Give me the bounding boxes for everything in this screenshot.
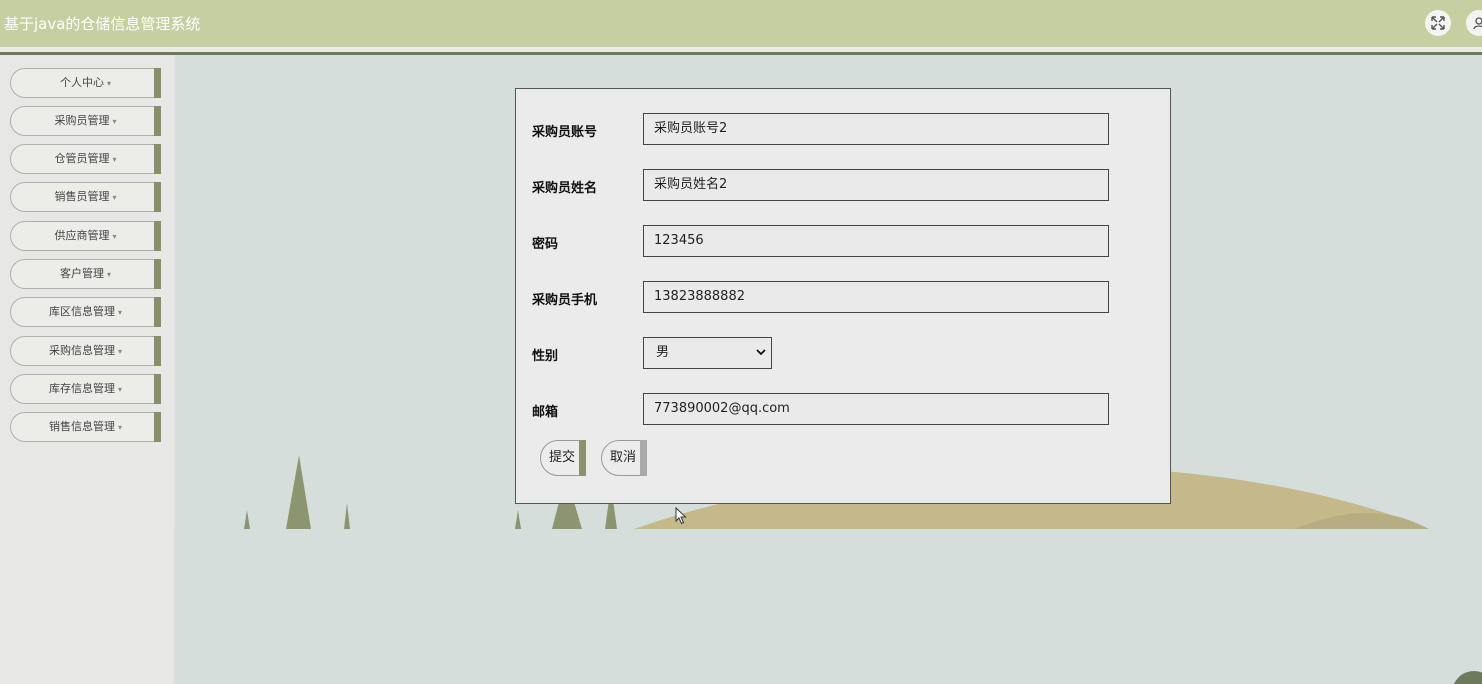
field-buyer-account: 采购员账号 采购员账号2 <box>532 113 1132 145</box>
sidebar-item-personal-center[interactable]: 个人中心 ▾ <box>10 68 161 98</box>
sidebar-item-accent <box>154 182 161 212</box>
sidebar-item-label: 采购信息管理 <box>48 344 115 357</box>
chevron-down-icon: ▾ <box>117 385 122 394</box>
sidebar-item-label: 采购员管理 <box>54 114 110 127</box>
sidebar-item-warehouse-keeper-management[interactable]: 仓管员管理 ▾ <box>10 144 161 174</box>
field-buyer-name: 采购员姓名 采购员姓名2 <box>532 169 1132 201</box>
field-gender: 性别 男 <box>532 337 1132 369</box>
email-input[interactable]: 773890002@qq.com <box>643 393 1109 425</box>
sidebar-item-label: 销售员管理 <box>54 190 110 203</box>
sidebar-item-label: 库区信息管理 <box>48 305 115 318</box>
chevron-down-icon: ▾ <box>112 155 117 164</box>
chevron-down-icon: ▾ <box>112 117 117 126</box>
chevron-down-icon: ▾ <box>117 423 122 432</box>
sidebar-item-accent <box>154 144 161 174</box>
gender-select[interactable]: 男 <box>643 337 772 369</box>
sidebar-item-label: 库存信息管理 <box>48 382 115 395</box>
sidebar-item-inventory-info-management[interactable]: 库存信息管理 ▾ <box>10 374 161 404</box>
tree-shape <box>515 510 521 529</box>
top-header: 基于java的仓储信息管理系统 <box>0 0 1482 47</box>
chevron-down-icon: ▾ <box>117 308 122 317</box>
sidebar-item-accent <box>154 412 161 442</box>
chevron-down-icon: ▾ <box>112 232 117 241</box>
tree-shape <box>286 455 311 529</box>
sidebar-item-sales-info-management[interactable]: 销售信息管理 ▾ <box>10 412 161 442</box>
sidebar-item-label: 仓管员管理 <box>54 152 110 165</box>
tree-shape <box>244 510 250 529</box>
field-label: 采购员姓名 <box>532 181 598 196</box>
button-accent <box>640 440 647 476</box>
buyer-name-input[interactable]: 采购员姓名2 <box>643 169 1109 201</box>
sidebar-item-accent <box>154 68 161 98</box>
tree-shape <box>344 503 350 529</box>
chevron-down-icon: ▾ <box>112 193 117 202</box>
sidebar-item-customer-management[interactable]: 客户管理 ▾ <box>10 259 161 289</box>
sidebar-item-purchase-info-management[interactable]: 采购信息管理 ▾ <box>10 336 161 366</box>
submit-button[interactable]: 提交 <box>540 440 586 476</box>
sidebar-item-accent <box>154 336 161 366</box>
sidebar: 个人中心 ▾ 采购员管理 ▾ 仓管员管理 ▾ 销售员管理 ▾ 供应商管理 ▾ 客户管理 ▾ … <box>0 55 176 684</box>
sidebar-item-supplier-management[interactable]: 供应商管理 ▾ <box>10 221 161 251</box>
sidebar-item-accent <box>154 374 161 404</box>
cancel-button[interactable]: 取消 <box>601 440 647 476</box>
sidebar-item-label: 个人中心 <box>59 76 104 89</box>
sidebar-item-zone-info-management[interactable]: 库区信息管理 ▾ <box>10 297 161 327</box>
cancel-button-label: 取消 <box>610 450 637 465</box>
field-password: 密码 123456 <box>532 225 1132 257</box>
field-label: 采购员账号 <box>532 125 598 140</box>
sidebar-item-accent <box>154 259 161 289</box>
sidebar-item-label: 客户管理 <box>59 267 104 280</box>
user-icon[interactable] <box>1466 10 1482 36</box>
sidebar-item-accent <box>154 297 161 327</box>
chevron-down-icon: ▾ <box>117 347 122 356</box>
field-label: 密码 <box>532 237 559 252</box>
fullscreen-icon[interactable] <box>1425 10 1451 36</box>
chevron-down-icon: ▾ <box>106 270 111 279</box>
chevron-down-icon: ▾ <box>106 79 111 88</box>
submit-button-label: 提交 <box>549 450 576 465</box>
buyer-account-input[interactable]: 采购员账号2 <box>643 113 1109 145</box>
buyer-phone-input[interactable]: 13823888882 <box>643 281 1109 313</box>
mouse-cursor-icon <box>675 506 687 529</box>
field-label: 采购员手机 <box>532 293 598 308</box>
password-input[interactable]: 123456 <box>643 225 1109 257</box>
field-label: 邮箱 <box>532 405 559 420</box>
chevron-down-icon <box>756 338 766 381</box>
ground-area <box>174 529 1482 684</box>
sidebar-item-label: 销售信息管理 <box>48 420 115 433</box>
sidebar-item-buyer-management[interactable]: 采购员管理 ▾ <box>10 106 161 136</box>
app-title: 基于java的仓储信息管理系统 <box>4 15 201 33</box>
sidebar-item-accent <box>154 106 161 136</box>
gender-select-value: 男 <box>656 345 670 360</box>
field-email: 邮箱 773890002@qq.com <box>532 393 1132 425</box>
sidebar-item-accent <box>154 221 161 251</box>
field-label: 性别 <box>532 349 559 364</box>
buyer-edit-form: 采购员账号 采购员账号2 采购员姓名 采购员姓名2 密码 123456 采购员手… <box>515 88 1171 504</box>
field-buyer-phone: 采购员手机 13823888882 <box>532 281 1132 313</box>
button-accent <box>579 440 586 476</box>
sidebar-item-label: 供应商管理 <box>54 229 110 242</box>
sidebar-item-salesperson-management[interactable]: 销售员管理 ▾ <box>10 182 161 212</box>
